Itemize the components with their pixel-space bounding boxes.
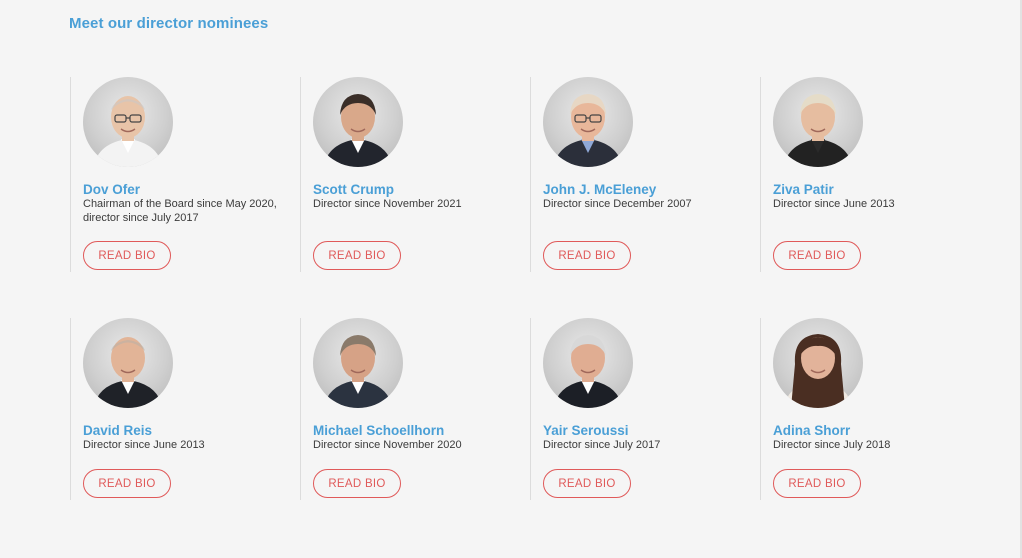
director-name[interactable]: Ziva Patir xyxy=(773,181,990,198)
read-bio-button[interactable]: READ BIO xyxy=(543,469,631,498)
director-role: Director since June 2013 xyxy=(83,439,205,451)
read-bio-button[interactable]: READ BIO xyxy=(773,469,861,498)
director-card-adina-shorr: Adina Shorr Director since July 2018 READ … xyxy=(760,318,990,500)
director-card-yair-seroussi: Yair Seroussi Director since July 2017 REA… xyxy=(530,318,760,500)
director-role: Director since December 2007 xyxy=(543,198,692,210)
director-role: Chairman of the Board since May 2020, di… xyxy=(83,198,277,224)
director-card-dov-ofer: Dov Ofer Chairman of the Board since May … xyxy=(70,77,300,272)
director-name[interactable]: Yair Seroussi xyxy=(543,422,760,439)
director-card-ziva-patir: Ziva Patir Director since June 2013 READ B… xyxy=(760,77,990,272)
director-name[interactable]: Dov Ofer xyxy=(83,181,300,198)
read-bio-button[interactable]: READ BIO xyxy=(543,241,631,270)
avatar[interactable] xyxy=(773,318,863,408)
avatar[interactable] xyxy=(83,318,173,408)
avatar[interactable] xyxy=(543,77,633,167)
read-bio-button[interactable]: READ BIO xyxy=(773,241,861,270)
director-card-david-reis: David Reis Director since June 2013 READ B… xyxy=(70,318,300,500)
avatar[interactable] xyxy=(773,77,863,167)
avatar[interactable] xyxy=(543,318,633,408)
director-role: Director since July 2018 xyxy=(773,439,891,451)
director-name[interactable]: John J. McEleney xyxy=(543,181,760,198)
avatar[interactable] xyxy=(313,77,403,167)
director-role: Director since July 2017 xyxy=(543,439,661,451)
director-card-michael-schoellhorn: Michael Schoellhorn Director since Novemb… xyxy=(300,318,530,500)
read-bio-button[interactable]: READ BIO xyxy=(83,241,171,270)
director-role: Director since November 2020 xyxy=(313,439,462,451)
director-role: Director since November 2021 xyxy=(313,198,462,210)
director-role: Director since June 2013 xyxy=(773,198,895,210)
avatar[interactable] xyxy=(313,318,403,408)
director-name[interactable]: Scott Crump xyxy=(313,181,530,198)
read-bio-button[interactable]: READ BIO xyxy=(313,241,401,270)
avatar[interactable] xyxy=(83,77,173,167)
director-name[interactable]: David Reis xyxy=(83,422,300,439)
director-name[interactable]: Adina Shorr xyxy=(773,422,990,439)
director-nominees-page: Meet our director nominees Dov Ofer Chair… xyxy=(0,0,1022,558)
director-card-john-j-mceleney: John J. McEleney Director since December … xyxy=(530,77,760,272)
director-card-scott-crump: Scott Crump Director since November 2021 R… xyxy=(300,77,530,272)
read-bio-button[interactable]: READ BIO xyxy=(83,469,171,498)
section-title: Meet our director nominees xyxy=(69,15,269,32)
director-name[interactable]: Michael Schoellhorn xyxy=(313,422,530,439)
read-bio-button[interactable]: READ BIO xyxy=(313,469,401,498)
directors-grid: Dov Ofer Chairman of the Board since May … xyxy=(70,77,990,500)
